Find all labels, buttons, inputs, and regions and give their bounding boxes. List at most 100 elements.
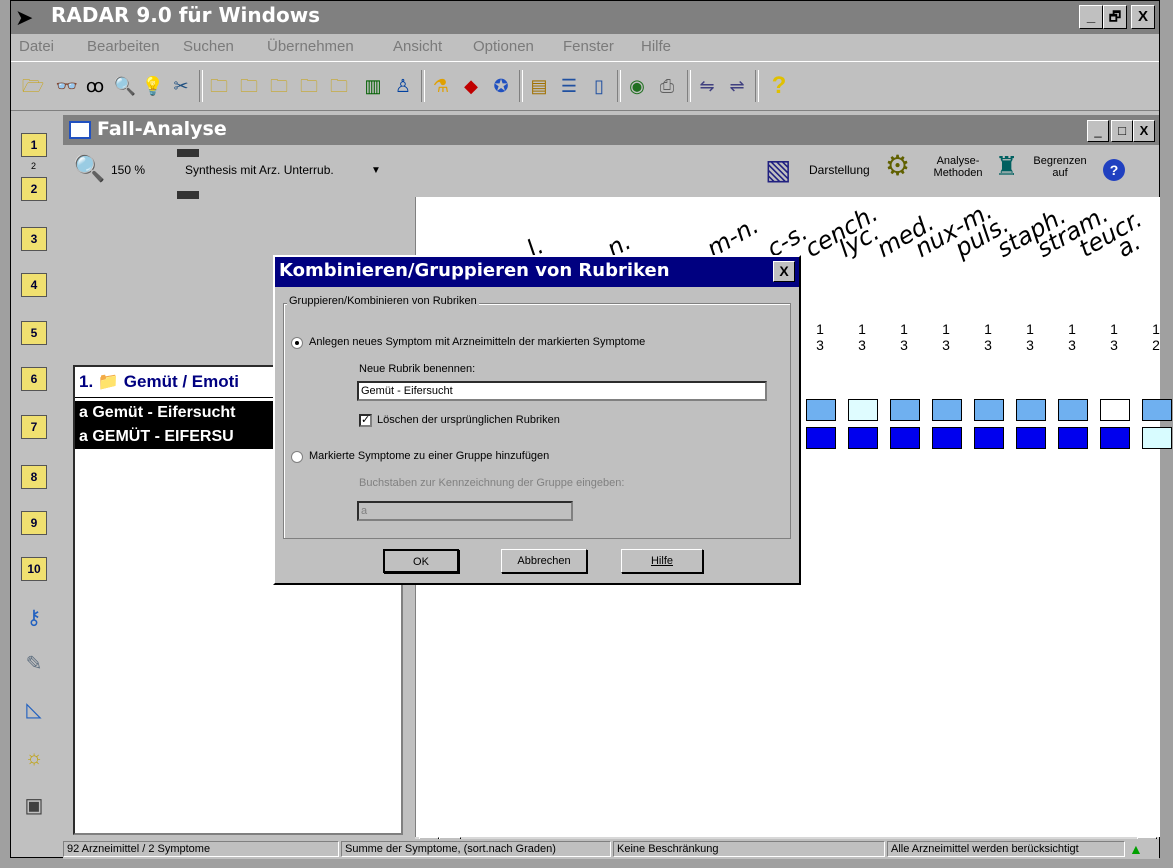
book-open-icon[interactable]: ▣	[21, 793, 47, 819]
grade-cell[interactable]	[890, 399, 920, 421]
chevron-down-icon[interactable]: ▼	[371, 165, 381, 176]
grade-cell[interactable]	[1058, 427, 1088, 449]
grade-cell[interactable]	[848, 399, 878, 421]
folder-3-icon[interactable]: 🗀	[297, 74, 321, 98]
slot-8-button[interactable]: 8	[21, 465, 47, 489]
menu-uebernehmen[interactable]: Übernehmen	[267, 38, 354, 55]
chapter-header[interactable]: 1. 📁 Gemüt / Emoti	[79, 372, 239, 392]
child-close-button[interactable]: X	[1133, 120, 1155, 142]
add-to-group-radio[interactable]	[291, 451, 303, 463]
idea-icon[interactable]: ☼	[21, 745, 47, 771]
slot-2-button[interactable]: 2	[21, 177, 47, 201]
lightbulb-icon[interactable]: 💡	[141, 74, 165, 98]
zoom-icon[interactable]: 🔍	[73, 153, 105, 184]
menu-optionen[interactable]: Optionen	[473, 38, 534, 55]
new-symptom-radio[interactable]	[291, 337, 303, 349]
menu-ansicht[interactable]: Ansicht	[393, 38, 442, 55]
grade-cell[interactable]	[806, 427, 836, 449]
connect-icon[interactable]: ⇋	[695, 74, 719, 98]
grade-cell[interactable]	[1058, 399, 1088, 421]
printer-icon[interactable]: ⎙	[655, 74, 679, 98]
limit-button[interactable]: Begrenzen auf	[1033, 155, 1087, 179]
grade-cell[interactable]	[1016, 399, 1046, 421]
analysis-select[interactable]: Synthesis mit Arz. Unterrub.	[185, 163, 334, 177]
menu-suchen[interactable]: Suchen	[183, 38, 234, 55]
key-icon[interactable]: ⚷	[21, 605, 47, 631]
document-icon[interactable]: ▤	[527, 74, 551, 98]
status-sort: Summe der Symptome, (sort.nach Graden)	[341, 841, 611, 857]
glasses-icon[interactable]: ꝏ	[83, 74, 107, 98]
grade-cell[interactable]	[932, 399, 962, 421]
close-button[interactable]: X	[1131, 5, 1155, 29]
person-icon[interactable]: ♙	[391, 74, 415, 98]
menu-hilfe[interactable]: Hilfe	[641, 38, 671, 55]
notes-icon[interactable]: ✎	[21, 651, 47, 677]
slot-6-button[interactable]: 6	[21, 367, 47, 391]
graph-icon[interactable]: ◺	[21, 697, 47, 723]
circle-arrows-icon[interactable]: ✪	[489, 74, 513, 98]
help-button[interactable]: Hilfe	[621, 549, 703, 573]
minimize-button[interactable]: _	[1079, 5, 1103, 29]
dialog-close-button[interactable]: X	[773, 261, 795, 282]
slot-1-button[interactable]: 1	[21, 133, 47, 157]
gear-icon[interactable]: ⚙	[885, 149, 910, 182]
case-analysis-title: Fall-Analyse	[97, 118, 227, 140]
slot-10-button[interactable]: 10	[21, 557, 47, 581]
help-circle-icon[interactable]: ?	[1103, 159, 1125, 181]
limit-line2: auf	[1052, 167, 1068, 179]
chart-icon[interactable]: ▥	[361, 74, 385, 98]
grade-cell[interactable]	[1100, 399, 1130, 421]
grade-cell[interactable]	[1100, 427, 1130, 449]
remedy-count: 1	[816, 321, 824, 337]
grade-cell[interactable]	[848, 427, 878, 449]
grade-cell[interactable]	[1142, 427, 1172, 449]
folder-icon[interactable]: 🗀	[207, 74, 231, 98]
tools-icon[interactable]: ✂	[169, 74, 193, 98]
help-icon[interactable]: ?	[767, 74, 791, 98]
book-icon[interactable]: ▯	[587, 74, 611, 98]
menu-bearbeiten[interactable]: Bearbeiten	[87, 38, 160, 55]
new-symptom-label[interactable]: Anlegen neues Symptom mit Arzneimitteln …	[309, 336, 645, 348]
grade-cell[interactable]	[1016, 427, 1046, 449]
slot-3-button[interactable]: 3	[21, 227, 47, 251]
slot-4-button[interactable]: 4	[21, 273, 47, 297]
ok-button[interactable]: OK	[383, 549, 459, 573]
list-icon[interactable]: ☰	[557, 74, 581, 98]
menu-fenster[interactable]: Fenster	[563, 38, 614, 55]
hat-icon[interactable]: ◆	[459, 74, 483, 98]
slot-5-button[interactable]: 5	[21, 321, 47, 345]
folder-2-icon[interactable]: 🗀	[267, 74, 291, 98]
folder-1-icon[interactable]: 🗀	[237, 74, 261, 98]
restore-button[interactable]: 🗗	[1103, 5, 1127, 29]
grade-cell[interactable]	[890, 427, 920, 449]
disconnect-icon[interactable]: ⇌	[725, 74, 749, 98]
grade-cell[interactable]	[974, 399, 1004, 421]
cancel-button[interactable]: Abbrechen	[501, 549, 587, 573]
grade-cell[interactable]	[974, 427, 1004, 449]
child-maximize-button[interactable]: □	[1111, 120, 1133, 142]
grade-cell[interactable]	[806, 399, 836, 421]
open-case-icon[interactable]: 🗁	[21, 74, 45, 98]
filter-icon[interactable]: ♜	[995, 151, 1018, 182]
globe-icon[interactable]: ◉	[625, 74, 649, 98]
delete-original-checkbox[interactable]: ✓	[359, 414, 372, 427]
add-to-group-label[interactable]: Markierte Symptome zu einer Gruppe hinzu…	[309, 450, 549, 462]
presentation-icon[interactable]: ▧	[765, 153, 791, 186]
app-titlebar: ➤ RADAR 9.0 für Windows _ 🗗 X	[11, 1, 1159, 34]
flask-icon[interactable]: ⚗	[429, 74, 453, 98]
grade-cell[interactable]	[932, 427, 962, 449]
menu-datei[interactable]: Datei	[19, 38, 54, 55]
slot-7-button[interactable]: 7	[21, 415, 47, 439]
magnifier-icon[interactable]: 🔍	[113, 74, 137, 98]
slot-badge: 2	[31, 161, 37, 171]
slot-9-button[interactable]: 9	[21, 511, 47, 535]
darstellung-button[interactable]: Darstellung	[809, 163, 870, 177]
folder-4-icon[interactable]: 🗀	[327, 74, 351, 98]
analysis-methods-button[interactable]: Analyse- Methoden	[933, 155, 983, 179]
child-minimize-button[interactable]: _	[1087, 120, 1109, 142]
binoculars-icon[interactable]: 👓	[55, 74, 79, 98]
delete-original-label[interactable]: Löschen der ursprünglichen Rubriken	[377, 414, 560, 426]
remedy-grade: 3	[816, 337, 824, 353]
grade-cell[interactable]	[1142, 399, 1172, 421]
rubric-name-input[interactable]: Gemüt - Eifersucht	[357, 381, 767, 401]
